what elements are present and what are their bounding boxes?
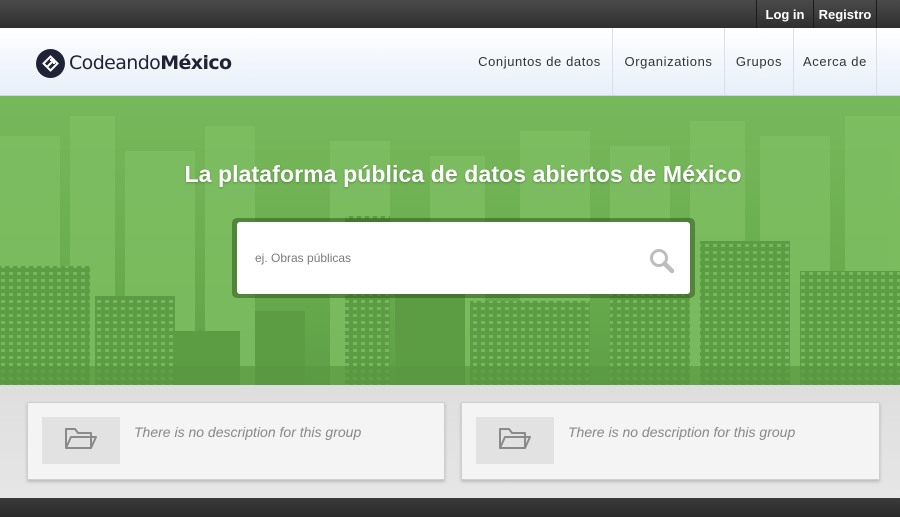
nav-item-datasets[interactable]: Conjuntos de datos: [467, 28, 612, 95]
account-bar: Log in Registro: [0, 0, 900, 28]
group-description: There is no description for this group: [568, 424, 796, 440]
group-card[interactable]: There is no description for this group: [461, 402, 880, 480]
site-name-regular: Codeando: [69, 52, 161, 74]
diamond-arrow-logo-icon: [36, 48, 65, 78]
nav-item-organizations[interactable]: Organizations: [612, 28, 724, 95]
site-name-bold: México: [160, 52, 232, 74]
site-logo[interactable]: CodeandoMéxico: [36, 48, 232, 78]
group-image: [476, 417, 554, 464]
register-link[interactable]: Registro: [813, 0, 877, 28]
groups-section: There is no description for this group T…: [0, 385, 900, 498]
search-container: [232, 218, 695, 298]
folder-icon: [498, 425, 532, 456]
masthead: CodeandoMéxico Conjuntos de datos Organi…: [0, 28, 900, 96]
site-name: CodeandoMéxico: [69, 52, 232, 74]
login-link[interactable]: Log in: [756, 0, 813, 28]
hero-title: La plataforma pública de datos abiertos …: [184, 161, 742, 187]
search-box: [237, 222, 690, 294]
nav-item-groups[interactable]: Grupos: [724, 28, 793, 95]
nav-item-about[interactable]: Acerca de: [793, 28, 877, 95]
folder-icon: [64, 425, 98, 456]
footer-strip: [0, 498, 900, 517]
search-icon[interactable]: [647, 246, 677, 276]
group-image: [42, 417, 120, 464]
group-description: There is no description for this group: [134, 424, 362, 440]
search-input[interactable]: [237, 222, 637, 294]
hero-banner: La plataforma pública de datos abiertos …: [0, 96, 900, 385]
group-card[interactable]: There is no description for this group: [27, 402, 445, 480]
